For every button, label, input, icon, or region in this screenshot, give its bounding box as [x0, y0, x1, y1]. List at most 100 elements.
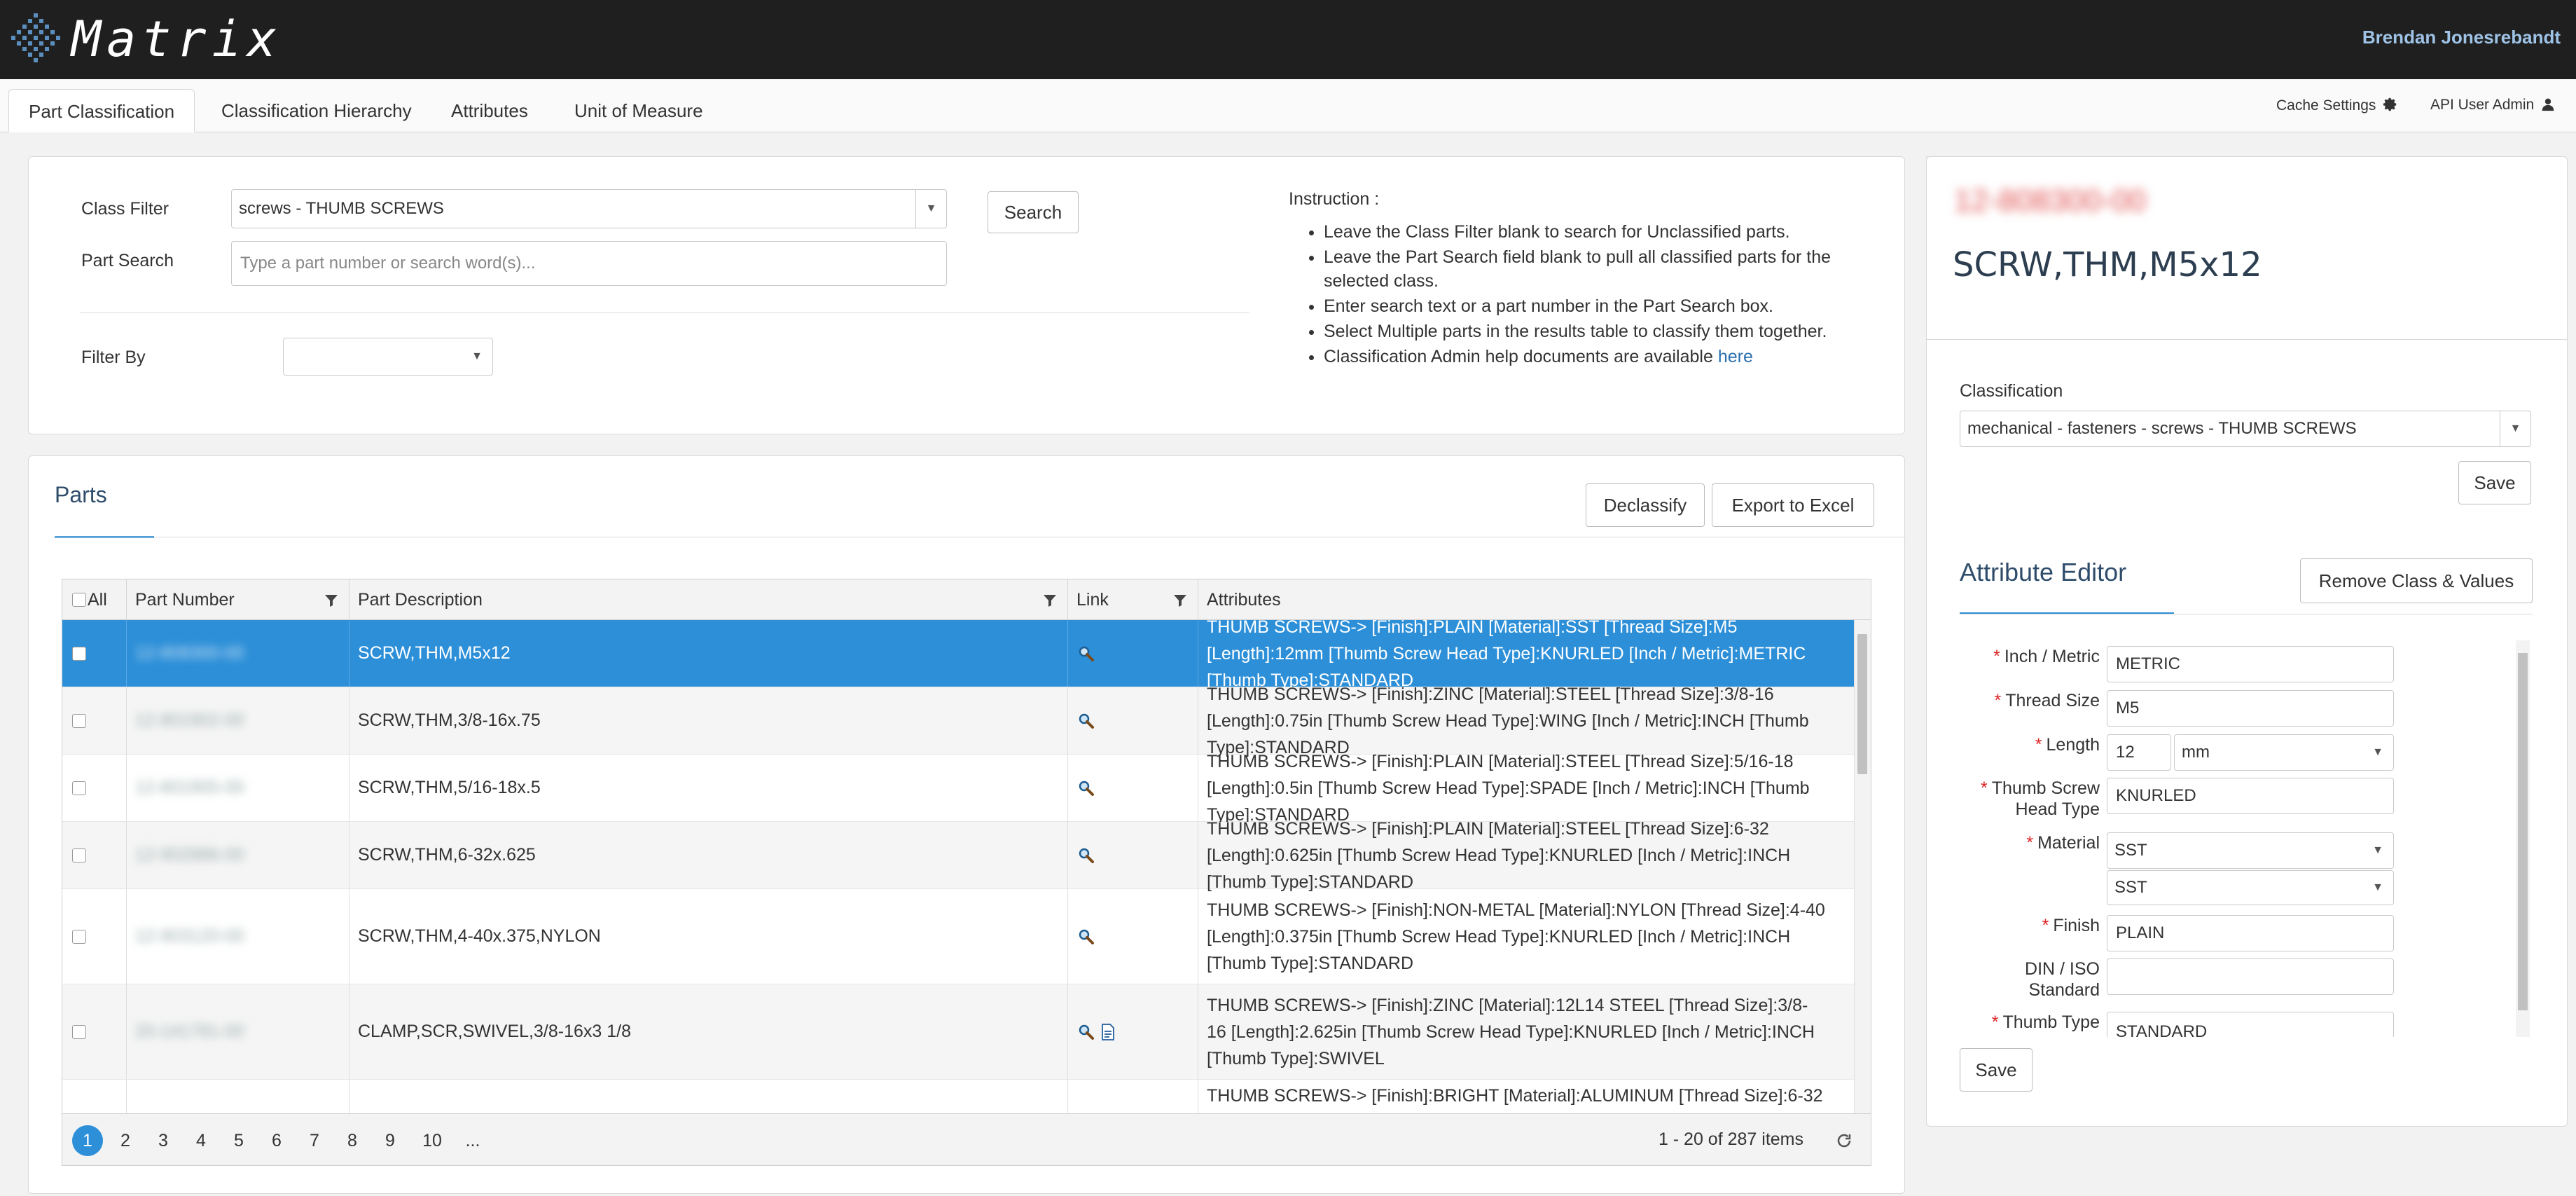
part-description-header[interactable]: Part Description — [349, 579, 1068, 620]
app-title: Matrix — [71, 11, 282, 68]
magnifier-icon[interactable] — [1078, 713, 1095, 729]
length-input[interactable]: 12 — [2107, 734, 2171, 771]
save-classification-button[interactable]: Save — [2458, 461, 2531, 504]
material-select-secondary[interactable]: SST ▼ — [2107, 870, 2394, 905]
instruction-title: Instruction : — [1289, 189, 1380, 209]
part-description-cell: SCRW,THM,3/8-16x.75 — [349, 687, 1068, 754]
select-all-checkbox[interactable] — [72, 593, 86, 607]
part-search-input[interactable]: Type a part number or search word(s)... — [231, 241, 947, 286]
length-unit-select[interactable]: mm ▼ — [2174, 734, 2394, 771]
attributes-header[interactable]: Attributes — [1198, 579, 1871, 620]
part-search-label: Part Search — [81, 251, 174, 270]
page-8[interactable]: 8 — [337, 1125, 368, 1156]
row-checkbox-cell[interactable] — [62, 822, 127, 888]
cache-settings-link[interactable]: Cache Settings — [2276, 97, 2398, 114]
class-filter-select[interactable]: screws - THUMB SCREWS ▼ — [231, 189, 947, 228]
document-icon[interactable] — [1100, 1023, 1116, 1040]
table-row[interactable]: 20-141781-00 CLAMP,SCR,SWIVEL,3/8-16x3 1… — [62, 984, 1855, 1080]
part-number: 12-902886-00 — [135, 845, 244, 865]
tab-classification-hierarchy[interactable]: Classification Hierarchy — [202, 89, 431, 132]
magnifier-icon[interactable] — [1078, 1024, 1095, 1040]
part-description-cell: SCRW,THM,5/16-18x.5 — [349, 755, 1068, 821]
head-type-input[interactable]: KNURLED — [2107, 778, 2394, 814]
row-checkbox[interactable] — [72, 713, 86, 728]
scroll-thumb[interactable] — [1857, 634, 1867, 774]
page-more[interactable]: ... — [457, 1125, 488, 1156]
row-checkbox[interactable] — [72, 1024, 86, 1039]
app-logo[interactable]: Matrix — [8, 6, 282, 73]
part-number-header[interactable]: Part Number — [127, 579, 349, 620]
row-checkbox-cell[interactable] — [62, 687, 127, 754]
table-row[interactable]: 12-808300-00 SCRW,THM,M5x12 THUMB SCREWS… — [62, 620, 1855, 690]
table-row[interactable]: 12-903120-00 SCRW,THM,4-40x.375,NYLON TH… — [62, 889, 1855, 984]
part-number-header-label: Part Number — [135, 590, 235, 610]
inch-metric-input[interactable]: METRIC — [2107, 646, 2394, 682]
page-6[interactable]: 6 — [261, 1125, 292, 1156]
chevron-down-icon: ▼ — [2372, 881, 2383, 893]
filter-by-select[interactable]: ▼ — [283, 338, 493, 376]
page-10[interactable]: 10 — [417, 1125, 448, 1156]
link-header[interactable]: Link — [1068, 579, 1198, 620]
filter-icon[interactable] — [324, 593, 338, 607]
part-number-cell — [127, 1080, 349, 1113]
magnifier-icon[interactable] — [1078, 847, 1095, 864]
table-row[interactable]: 12-801902-00 SCRW,THM,3/8-16x.75 THUMB S… — [62, 685, 1855, 757]
thread-size-input[interactable]: M5 — [2107, 690, 2394, 727]
api-user-admin-link[interactable]: API User Admin — [2430, 97, 2555, 114]
declassify-button[interactable]: Declassify — [1586, 483, 1705, 527]
row-checkbox[interactable] — [72, 781, 86, 795]
magnifier-icon[interactable] — [1078, 645, 1095, 662]
finish-input[interactable]: PLAIN — [2107, 915, 2394, 951]
page-3[interactable]: 3 — [148, 1125, 179, 1156]
select-all-header[interactable]: All — [62, 579, 127, 620]
length-label: * Length — [2035, 735, 2100, 755]
tab-attributes[interactable]: Attributes — [431, 89, 548, 132]
tab-unit-of-measure[interactable]: Unit of Measure — [555, 89, 723, 132]
tab-part-classification[interactable]: Part Classification — [8, 89, 195, 132]
help-link[interactable]: here — [1718, 347, 1753, 366]
filter-icon[interactable] — [1043, 593, 1057, 607]
save-attributes-button[interactable]: Save — [1960, 1048, 2033, 1092]
filter-icon[interactable] — [1173, 593, 1187, 607]
page-1[interactable]: 1 — [72, 1125, 103, 1156]
search-button[interactable]: Search — [988, 191, 1079, 233]
magnifier-icon[interactable] — [1078, 928, 1095, 945]
table-row[interactable]: THUMB SCREWS-> [Finish]:BRIGHT [Material… — [62, 1080, 1855, 1113]
attribute-editor-scrollbar[interactable] — [2516, 640, 2530, 1037]
page-7[interactable]: 7 — [299, 1125, 330, 1156]
grid-scrollbar[interactable] — [1854, 620, 1871, 1113]
attributes-cell: THUMB SCREWS-> [Finish]:PLAIN [Material]… — [1207, 751, 1810, 825]
refresh-icon[interactable] — [1836, 1132, 1853, 1149]
page-4[interactable]: 4 — [186, 1125, 216, 1156]
user-name-link[interactable]: Brendan Jonesrebandt — [2362, 27, 2561, 48]
attributes-cell: THUMB SCREWS-> [Finish]:ZINC [Material]:… — [1207, 995, 1815, 1068]
all-label: All — [88, 590, 107, 610]
row-checkbox[interactable] — [72, 929, 86, 944]
remove-class-values-button[interactable]: Remove Class & Values — [2300, 558, 2533, 603]
page-2[interactable]: 2 — [110, 1125, 141, 1156]
row-checkbox-cell[interactable] — [62, 984, 127, 1079]
page-5[interactable]: 5 — [223, 1125, 254, 1156]
row-checkbox[interactable] — [72, 848, 86, 862]
table-row[interactable]: 12-801905-00 SCRW,THM,5/16-18x.5 THUMB S… — [62, 751, 1855, 825]
thumb-type-input[interactable]: STANDARD — [2107, 1012, 2394, 1037]
row-checkbox-cell[interactable] — [62, 1080, 127, 1113]
table-row[interactable]: 12-902886-00 SCRW,THM,6-32x.625 THUMB SC… — [62, 819, 1855, 892]
part-number-cell: 12-808300-00 — [127, 620, 349, 687]
classification-select[interactable]: mechanical - fasteners - screws - THUMB … — [1960, 411, 2531, 447]
part-number: 12-801905-00 — [135, 778, 244, 797]
row-checkbox-cell[interactable] — [62, 755, 127, 821]
export-to-excel-button[interactable]: Export to Excel — [1712, 483, 1874, 527]
page-9[interactable]: 9 — [375, 1125, 406, 1156]
link-cell — [1068, 755, 1198, 821]
material-label: * Material — [2026, 833, 2100, 853]
row-checkbox-cell[interactable] — [62, 620, 127, 687]
classification-value: mechanical - fasteners - screws - THUMB … — [1967, 419, 2357, 438]
row-checkbox-cell[interactable] — [62, 889, 127, 984]
din-iso-input[interactable] — [2107, 958, 2394, 995]
row-checkbox[interactable] — [72, 646, 86, 661]
material-select[interactable]: SST ▼ — [2107, 832, 2394, 869]
magnifier-icon[interactable] — [1078, 780, 1095, 797]
scroll-thumb[interactable] — [2518, 653, 2528, 1010]
parts-grid: All Part Number Part Description Link At… — [62, 579, 1871, 1114]
